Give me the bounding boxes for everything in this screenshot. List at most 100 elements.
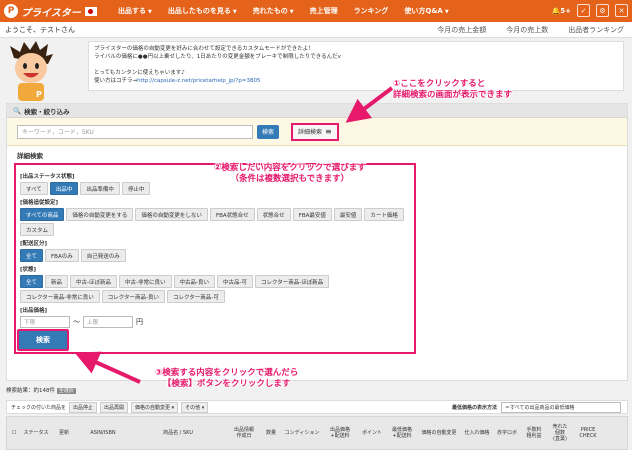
help-link[interactable]: http://capsule-z.net/pricetarhelp_jp/?p=… (137, 78, 260, 84)
table-header: ☐ ステータス 更新 ASIN/ISBN 商品名 / SKU 出品情報 作成日 … (6, 416, 628, 450)
column-header[interactable]: 出品価格 +配送料 (323, 427, 357, 439)
column-header[interactable]: 手数料 粗利益 (521, 427, 547, 439)
filter-option[interactable]: 最安値 (333, 208, 363, 221)
settings-icon[interactable]: ✓ (577, 4, 590, 17)
filter-option[interactable]: カスタム (20, 223, 55, 236)
column-header[interactable]: PRICE CHECK (573, 427, 603, 439)
detail-submit-button[interactable]: 検索 (17, 329, 69, 351)
annotation-2: ②検索したい内容をクリックで選びます （条件は複数選択もできます） (214, 163, 366, 184)
seller-ranking-link[interactable]: 出品者ランキング (568, 25, 624, 35)
select-all-badge[interactable]: 全選択 (56, 388, 76, 394)
column-header[interactable]: 出品情報 作成日 (227, 427, 261, 439)
column-header[interactable]: 価格の自動変更 (417, 430, 461, 436)
price-min-input[interactable]: 下限 (20, 316, 70, 328)
gear-icon[interactable]: ⚙ (596, 4, 609, 17)
column-header[interactable]: ポイント (357, 430, 387, 436)
top-nav: P プライスター 出品する ▼ 出品したものを見る ▼ 売れたもの ▼ 売上管理 ラン… (0, 0, 632, 22)
column-header[interactable]: ASIN/ISBN (77, 430, 129, 436)
column-header[interactable]: ステータス (21, 430, 51, 436)
column-header[interactable]: 商品名 / SKU (129, 430, 227, 436)
filter-option[interactable]: 価格の自動変更をする (66, 208, 134, 221)
filter-option[interactable]: 全て (20, 275, 44, 288)
nav-sell[interactable]: 出品する ▼ (110, 6, 160, 16)
logo-text: プライスター (21, 7, 81, 19)
svg-text:P: P (36, 90, 42, 99)
filter-option[interactable]: 全て (20, 249, 44, 262)
stop-listing-button[interactable]: 出品停止 (69, 401, 98, 413)
sub-header: ようこそ、テストさん 今月の売上金額 今月の売上数 出品者ランキング (0, 22, 632, 38)
notice-link-prefix: 使い方はコチラ→ (94, 78, 138, 84)
panel-title: 検索・絞り込み (24, 107, 70, 116)
notice-line: プライスターの価格の自動変更を好みに合わせて設定できるカスタムモードができたよ！ (94, 46, 314, 52)
filter-option[interactable]: 停止中 (121, 182, 151, 195)
search-input[interactable]: キーワード，コード，SKU (17, 124, 253, 139)
other-dropdown[interactable]: その他 ▾ (181, 401, 209, 413)
filter-option[interactable]: 中古-ほぼ新品 (70, 275, 118, 288)
filter-option[interactable]: FBA最安値 (292, 208, 332, 221)
filter-option[interactable]: コレクター商品-良い (101, 290, 166, 303)
notification-count: 5+ (560, 6, 571, 15)
filter-option[interactable]: 出品中 (49, 182, 79, 195)
logo-icon: P (4, 4, 18, 18)
filter-option[interactable]: 中古-非常に良い (119, 275, 172, 288)
column-header[interactable]: 更新 (51, 430, 77, 436)
nav-help[interactable]: 使い方Q&A ▼ (396, 6, 456, 16)
filter-box: [出品ステータス状態] すべて 出品中 出品準備中 停止中 [価格追従設定] す… (14, 163, 416, 354)
notice-line: とってもカンタンに使えちゃいます♪ (94, 70, 185, 76)
filter-option[interactable]: 自己発送のみ (80, 249, 126, 262)
detail-search-title: 詳細検索 (17, 152, 43, 160)
filter-label-pricing: [価格追従設定] (20, 200, 59, 206)
min-price-select[interactable]: ＝すべての出品商品の最低価格 (501, 401, 621, 413)
nav-listed[interactable]: 出品したものを見る ▼ (160, 6, 245, 16)
filter-option[interactable]: 価格の自動変更をしない (135, 208, 208, 221)
welcome-text: ようこそ、テストさん (5, 25, 75, 34)
auto-price-dropdown[interactable]: 価格の自動変更 ▾ (131, 401, 179, 413)
monthly-sales-amount-link[interactable]: 今月の売上金額 (437, 25, 486, 35)
header-checkbox[interactable]: ☐ (7, 430, 21, 436)
filter-label-condition: [状態] (20, 267, 37, 273)
filter-option[interactable]: すべての商品 (20, 208, 65, 221)
nav-sales[interactable]: 売上管理 (302, 6, 346, 16)
result-count: 検索結果：約148件 全選択 (6, 386, 76, 394)
toolbar-prefix: チェックの付いた商品を (11, 404, 67, 411)
column-header[interactable]: 赤字ロボ (493, 430, 521, 436)
filter-option[interactable]: 状態合せ (256, 208, 291, 221)
filter-option[interactable]: カート価格 (364, 208, 404, 221)
filter-label-shipping: [配送区分] (20, 241, 48, 247)
nav-sold[interactable]: 売れたもの ▼ (245, 6, 302, 16)
filter-option[interactable]: 中古品-良い (173, 275, 216, 288)
column-header[interactable]: 売れた 個数 (直葉) (547, 424, 573, 442)
column-header[interactable]: 仕入れ価格 (461, 430, 493, 436)
menu-icon: ≡ (325, 127, 332, 136)
nav-ranking[interactable]: ランキング (346, 6, 397, 16)
close-icon[interactable]: ✕ (615, 4, 628, 17)
monthly-sales-count-link[interactable]: 今月の売上数 (506, 25, 548, 35)
notice-box: プライスターの価格の自動変更を好みに合わせて設定できるカスタムモードができたよ！… (88, 41, 624, 91)
filter-option[interactable]: コレクター商品-可 (167, 290, 225, 303)
bulk-toolbar: チェックの付いた商品を 出品停止 出品再開 価格の自動変更 ▾ その他 ▾ 最低… (6, 400, 628, 414)
filter-option[interactable]: すべて (20, 182, 48, 195)
detail-search-button[interactable]: 詳細検索 ≡ (291, 122, 339, 141)
price-range: 下限 〜 上限 円 (20, 316, 410, 328)
filter-option[interactable]: FBAのみ (45, 249, 79, 262)
price-tilde: 〜 (73, 318, 80, 326)
notice-line: ライバルの価格に●●円以上乗せしたり、1日あたりの変更金額をブレーキで制限したり… (94, 54, 341, 60)
column-header[interactable]: 数量 (261, 430, 281, 436)
filter-options-condition: 全て 新品 中古-ほぼ新品 中古-非常に良い 中古品-良い 中古品-可 コレクタ… (20, 275, 410, 303)
price-max-input[interactable]: 上限 (83, 316, 133, 328)
filter-option[interactable]: 中古品-可 (217, 275, 254, 288)
min-price-label: 最低価格の表示方法 (451, 404, 497, 411)
filter-option[interactable]: 新品 (45, 275, 69, 288)
column-header[interactable]: 最低価格 +配送料 (387, 427, 417, 439)
column-header[interactable]: コンディション (281, 430, 323, 436)
resume-listing-button[interactable]: 出品再開 (100, 401, 129, 413)
bell-icon[interactable]: 🔔5+ (552, 7, 571, 15)
filter-option[interactable]: FBA状態合せ (209, 208, 255, 221)
logo[interactable]: P プライスター (0, 4, 110, 19)
filter-option[interactable]: コレクター商品-ほぼ新品 (255, 275, 330, 288)
filter-option[interactable]: 出品準備中 (80, 182, 120, 195)
search-button[interactable]: 検索 (257, 124, 280, 139)
annotation-1: ①ここをクリックすると 詳細検索の画面が表示できます (393, 79, 513, 100)
filter-option[interactable]: コレクター商品-非常に良い (20, 290, 100, 303)
mascot-image: P (10, 41, 53, 101)
